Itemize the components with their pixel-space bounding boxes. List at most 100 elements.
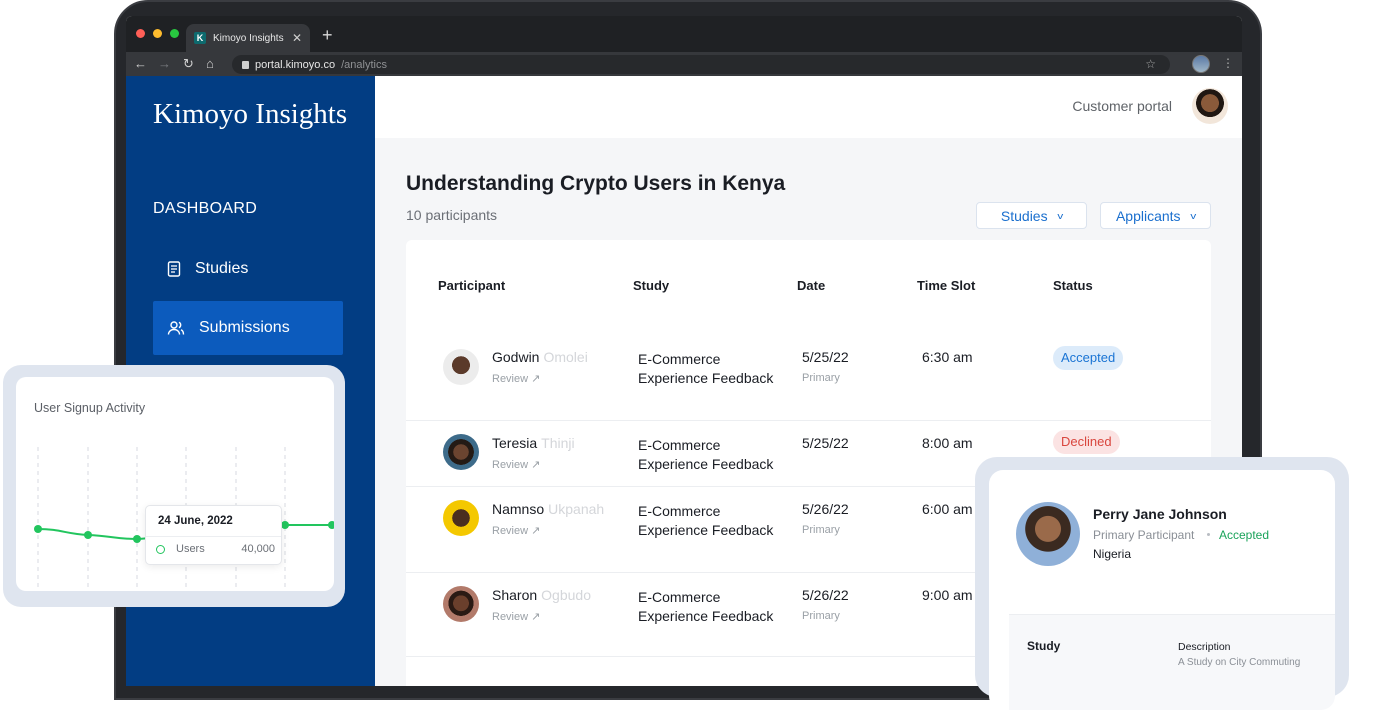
column-header-time-slot[interactable]: Time Slot — [917, 278, 975, 293]
home-icon[interactable]: ⌂ — [206, 56, 214, 71]
column-header-status[interactable]: Status — [1053, 278, 1093, 293]
tooltip-divider — [146, 536, 281, 537]
participant-first-name: Teresia — [492, 435, 538, 451]
browser-tab[interactable]: K Kimoyo Insights ✕ — [186, 24, 310, 52]
review-link[interactable]: Review ↗ — [492, 524, 540, 537]
browser-menu-icon[interactable]: ⋮ — [1222, 56, 1234, 70]
tab-title: Kimoyo Insights — [213, 32, 284, 44]
study-details-panel: Study Description A Study on City Commut… — [1009, 614, 1335, 710]
chart-point[interactable] — [84, 531, 92, 539]
sidebar-item-studies[interactable]: Studies — [153, 242, 343, 296]
signup-activity-panel: User Signup Activity 24 June, 2022 Users… — [16, 377, 334, 591]
document-icon — [167, 261, 181, 277]
profile-role: Primary Participant — [1093, 528, 1195, 542]
slot-type: Primary — [802, 372, 840, 384]
study-line: E-Commerce — [638, 437, 721, 453]
brand-logo[interactable]: Kimoyo Insights — [153, 98, 347, 131]
reload-icon[interactable]: ↻ — [183, 56, 194, 72]
back-arrow-icon[interactable]: ← — [134, 56, 147, 71]
study-line: Experience Feedback — [638, 456, 774, 472]
top-bar: Customer portal — [375, 76, 1242, 138]
external-link-icon: ↗ — [531, 611, 541, 623]
dropdown-label: Studies — [1000, 207, 1048, 224]
study-line: Experience Feedback — [638, 370, 774, 386]
slot-type: Primary — [802, 524, 840, 536]
separator-dot — [1207, 533, 1210, 536]
review-label: Review — [492, 459, 529, 471]
maximize-window-button[interactable] — [170, 29, 179, 38]
profile-status: Accepted — [1219, 528, 1270, 542]
sidebar-section-dashboard[interactable]: DASHBOARD — [153, 200, 257, 218]
chart-tooltip: 24 June, 2022 Users 40,000 — [145, 505, 282, 565]
study-heading: Study — [1027, 639, 1061, 653]
user-avatar[interactable] — [1192, 88, 1228, 124]
review-link[interactable]: Review ↗ — [492, 372, 540, 385]
time-cell: 8:00 am — [922, 435, 973, 451]
new-tab-button[interactable]: + — [322, 25, 333, 46]
participant-last-name: Omolei — [543, 349, 588, 365]
review-label: Review — [492, 525, 529, 537]
participant-name: Godwin Omolei — [492, 349, 588, 365]
sidebar-item-submissions[interactable]: Submissions — [153, 301, 343, 355]
column-header-study[interactable]: Study — [633, 278, 669, 293]
address-bar: ← → ↻ ⌂ portal.kimoyo.co /analytics ☆ ⋮ — [126, 52, 1242, 76]
study-line: E-Commerce — [638, 503, 721, 519]
chart-title: User Signup Activity — [34, 401, 146, 415]
signup-activity-card: User Signup Activity 24 June, 2022 Users… — [3, 365, 345, 607]
table-row[interactable]: Godwin Omolei Review ↗ E-Commerce Experien… — [406, 320, 1211, 421]
participant-last-name: Thinji — [541, 435, 575, 451]
date-cell: 5/25/22 — [802, 435, 849, 451]
users-icon — [167, 320, 185, 336]
participant-profile-card: Perry Jane Johnson Primary Participant A… — [975, 457, 1349, 710]
participant-name: Teresia Thinji — [492, 435, 575, 451]
chart-point[interactable] — [133, 535, 141, 543]
tooltip-value: 40,000 — [241, 543, 275, 555]
sidebar-item-label: Studies — [195, 260, 249, 277]
participant-name: Sharon Ogbudo — [492, 587, 591, 603]
bookmark-star-icon[interactable]: ☆ — [1145, 57, 1156, 71]
profile-country: Nigeria — [1093, 547, 1132, 561]
study-cell: E-Commerce Experience Feedback — [638, 350, 788, 388]
browser-tabbar: K Kimoyo Insights ✕ + — [126, 16, 1242, 52]
chart-point[interactable] — [328, 521, 334, 529]
review-link[interactable]: Review ↗ — [492, 610, 540, 623]
participant-first-name: Godwin — [492, 349, 540, 365]
study-cell: E-Commerce Experience Feedback — [638, 502, 788, 540]
time-cell: 6:30 am — [922, 349, 973, 365]
chart-point[interactable] — [34, 525, 42, 533]
description-heading: Description — [1178, 641, 1231, 653]
studies-dropdown[interactable]: Studies v — [976, 202, 1087, 229]
kimoyo-favicon-icon: K — [194, 32, 206, 44]
participant-avatar — [443, 500, 479, 536]
column-header-participant[interactable]: Participant — [438, 278, 505, 293]
external-link-icon: ↗ — [531, 459, 541, 471]
close-tab-icon[interactable]: ✕ — [292, 31, 302, 45]
minimize-window-button[interactable] — [153, 29, 162, 38]
participant-last-name: Ogbudo — [541, 587, 591, 603]
date-cell: 5/26/22 — [802, 587, 849, 603]
review-link[interactable]: Review ↗ — [492, 458, 540, 471]
chevron-down-icon: v — [1056, 210, 1063, 221]
study-line: Experience Feedback — [638, 522, 774, 538]
review-label: Review — [492, 611, 529, 623]
series-marker-icon — [156, 545, 165, 554]
url-field[interactable]: portal.kimoyo.co /analytics ☆ — [232, 55, 1170, 74]
profile-avatar — [1016, 502, 1080, 566]
applicants-dropdown[interactable]: Applicants v — [1100, 202, 1211, 229]
chart-point[interactable] — [281, 521, 289, 529]
participant-avatar — [443, 586, 479, 622]
external-link-icon: ↗ — [531, 373, 541, 385]
tooltip-date: 24 June, 2022 — [158, 515, 233, 527]
time-cell: 9:00 am — [922, 587, 973, 603]
participant-count: 10 participants — [406, 207, 498, 223]
url-host: portal.kimoyo.co — [255, 58, 336, 71]
dropdown-label: Applicants — [1115, 207, 1181, 224]
forward-arrow-icon[interactable]: → — [158, 56, 171, 71]
column-header-date[interactable]: Date — [797, 278, 825, 293]
close-window-button[interactable] — [136, 29, 145, 38]
browser-profile-avatar[interactable] — [1192, 55, 1210, 73]
window-controls — [136, 29, 179, 38]
participant-profile-panel: Perry Jane Johnson Primary Participant A… — [989, 470, 1335, 710]
customer-portal-link[interactable]: Customer portal — [1072, 98, 1172, 114]
participant-last-name: Ukpanah — [548, 501, 605, 517]
